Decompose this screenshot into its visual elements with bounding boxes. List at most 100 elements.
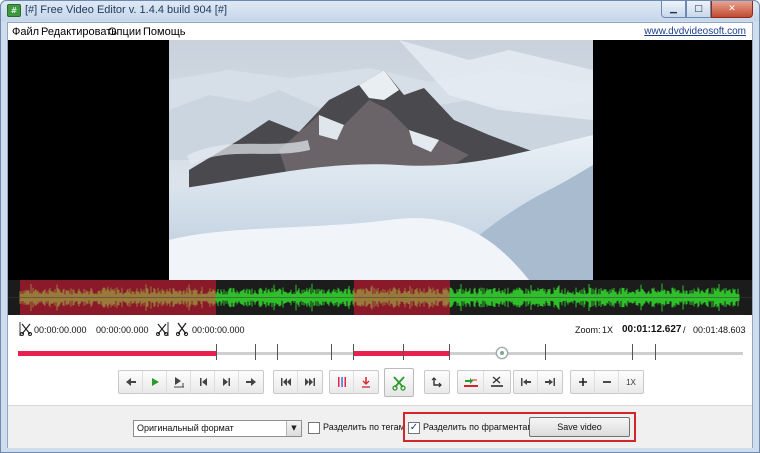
timeline-marker[interactable]	[655, 344, 656, 360]
next-marker-button[interactable]	[298, 371, 322, 393]
output-options-bar: Оригинальный формат ▼ Разделить по тегам…	[8, 406, 752, 448]
timeline-selected-segment	[353, 351, 449, 356]
current-time: 00:01:12.627	[622, 324, 682, 335]
split-marker-icon	[337, 377, 346, 387]
menu-options[interactable]: Опции	[108, 26, 141, 38]
go-start-icon	[199, 378, 207, 386]
selection-end-time: 00:00:00.000	[96, 325, 149, 335]
split-by-tags-checkbox[interactable]	[308, 422, 320, 434]
play-selection-icon	[173, 377, 184, 388]
jump-controls	[513, 370, 563, 394]
time-info-row: 00:00:00.000 00:00:00.000 00:00:00.000 Z…	[8, 320, 752, 340]
selection-start-time: 00:00:00.000	[34, 325, 87, 335]
close-button[interactable]: ✕	[711, 1, 753, 18]
cut-point-scissor-icon[interactable]	[175, 321, 189, 337]
jump-end-icon	[545, 378, 555, 386]
jump-end-button[interactable]	[538, 371, 562, 393]
timeline-marker[interactable]	[353, 344, 354, 360]
menu-edit[interactable]: Редактировать	[41, 26, 117, 38]
split-marker-button[interactable]	[330, 371, 354, 393]
playhead-thumb[interactable]	[496, 347, 508, 359]
split-by-fragments-label: Разделить по фрагментам	[423, 422, 534, 432]
go-start-button[interactable]	[191, 371, 215, 393]
go-end-button[interactable]	[215, 371, 239, 393]
start-scissor-icon[interactable]	[18, 321, 32, 337]
go-end-icon	[222, 378, 230, 386]
split-by-fragments-checkbox[interactable]: ✓	[408, 422, 420, 434]
delete-marker-icon	[362, 377, 370, 388]
playback-controls	[118, 370, 264, 394]
video-frame-image	[169, 40, 593, 280]
timeline-marker[interactable]	[449, 344, 450, 360]
timeline-marker[interactable]	[545, 344, 546, 360]
marker-edit-controls	[329, 370, 379, 394]
timeline-marker[interactable]	[331, 344, 332, 360]
prev-marker-icon	[280, 378, 291, 386]
total-duration: 00:01:48.603	[693, 325, 746, 335]
zoom-reset-button[interactable]: 1X	[619, 371, 643, 393]
website-link[interactable]: www.dvdvideosoft.com	[644, 26, 746, 37]
next-frame-button[interactable]	[239, 371, 263, 393]
mountain-scene-image	[169, 40, 593, 280]
remove-fragment-icon	[491, 376, 503, 387]
timeline-slider[interactable]	[18, 344, 743, 362]
maximize-button[interactable]: □	[686, 1, 711, 18]
client-area: Файл Редактировать Опции Помощь www.dvdv…	[7, 22, 753, 448]
title-bar[interactable]: # [#] Free Video Editor v. 1.4.4 build 9…	[1, 1, 759, 21]
timeline-marker[interactable]	[403, 344, 404, 360]
jump-start-button[interactable]	[514, 371, 538, 393]
chevron-down-icon[interactable]: ▼	[286, 421, 301, 436]
zoom-in-icon	[578, 378, 587, 386]
time-separator: /	[683, 325, 686, 335]
play-button[interactable]	[143, 371, 167, 393]
output-format-value: Оригинальный формат	[137, 423, 234, 433]
menu-file[interactable]: Файл	[12, 26, 39, 38]
minimize-button[interactable]: ▁	[661, 1, 686, 18]
timeline-marker[interactable]	[216, 344, 217, 360]
output-format-select[interactable]: Оригинальный формат ▼	[133, 420, 302, 437]
menu-bar: Файл Редактировать Опции Помощь www.dvdv…	[8, 23, 752, 41]
zoom-controls: 1X	[570, 370, 644, 394]
waveform-graphic	[8, 280, 752, 315]
zoom-value: 1X	[602, 325, 614, 335]
timeline-marker[interactable]	[632, 344, 633, 360]
next-frame-icon	[246, 378, 256, 386]
cut-button[interactable]	[384, 368, 414, 397]
end-scissor-icon[interactable]	[156, 321, 170, 337]
add-fragment-icon	[463, 378, 478, 387]
video-preview[interactable]	[8, 40, 752, 280]
zoom-out-button[interactable]	[595, 371, 619, 393]
menu-help[interactable]: Помощь	[143, 26, 186, 38]
prev-frame-button[interactable]	[119, 371, 143, 393]
app-logo-icon: #	[7, 4, 21, 17]
rotate-button[interactable]	[425, 371, 449, 393]
timeline-selected-segment	[18, 351, 216, 356]
delete-marker-button[interactable]	[354, 371, 378, 393]
timeline-marker[interactable]	[255, 344, 256, 360]
remove-fragment-button[interactable]	[484, 371, 510, 393]
window-controls: ▁ □ ✕	[661, 1, 753, 19]
fragment-controls	[457, 370, 511, 394]
jump-start-icon	[520, 378, 531, 386]
prev-marker-button[interactable]	[274, 371, 298, 393]
cut-point-time: 00:00:00.000	[192, 325, 245, 335]
marker-nav-controls	[273, 370, 323, 394]
app-window: # [#] Free Video Editor v. 1.4.4 build 9…	[0, 0, 760, 453]
zoom-out-icon	[602, 381, 611, 383]
add-fragment-button[interactable]	[458, 371, 484, 393]
zoom-in-button[interactable]	[571, 371, 595, 393]
zoom-label: Zoom:	[575, 325, 601, 335]
editing-toolbar: 1X	[8, 368, 752, 398]
window-title: [#] Free Video Editor v. 1.4.4 build 904…	[25, 4, 227, 16]
next-marker-icon	[305, 378, 315, 386]
split-by-tags-label: Разделить по тегам	[323, 422, 405, 432]
timeline-marker[interactable]	[277, 344, 278, 360]
rotate-icon	[431, 377, 442, 388]
cut-icon	[392, 375, 406, 391]
prev-frame-icon	[125, 378, 136, 386]
play-selection-button[interactable]	[167, 371, 191, 393]
rotate-control	[424, 370, 450, 394]
audio-waveform[interactable]	[8, 280, 752, 315]
play-icon	[151, 378, 159, 386]
save-video-button[interactable]: Save video	[529, 417, 630, 437]
